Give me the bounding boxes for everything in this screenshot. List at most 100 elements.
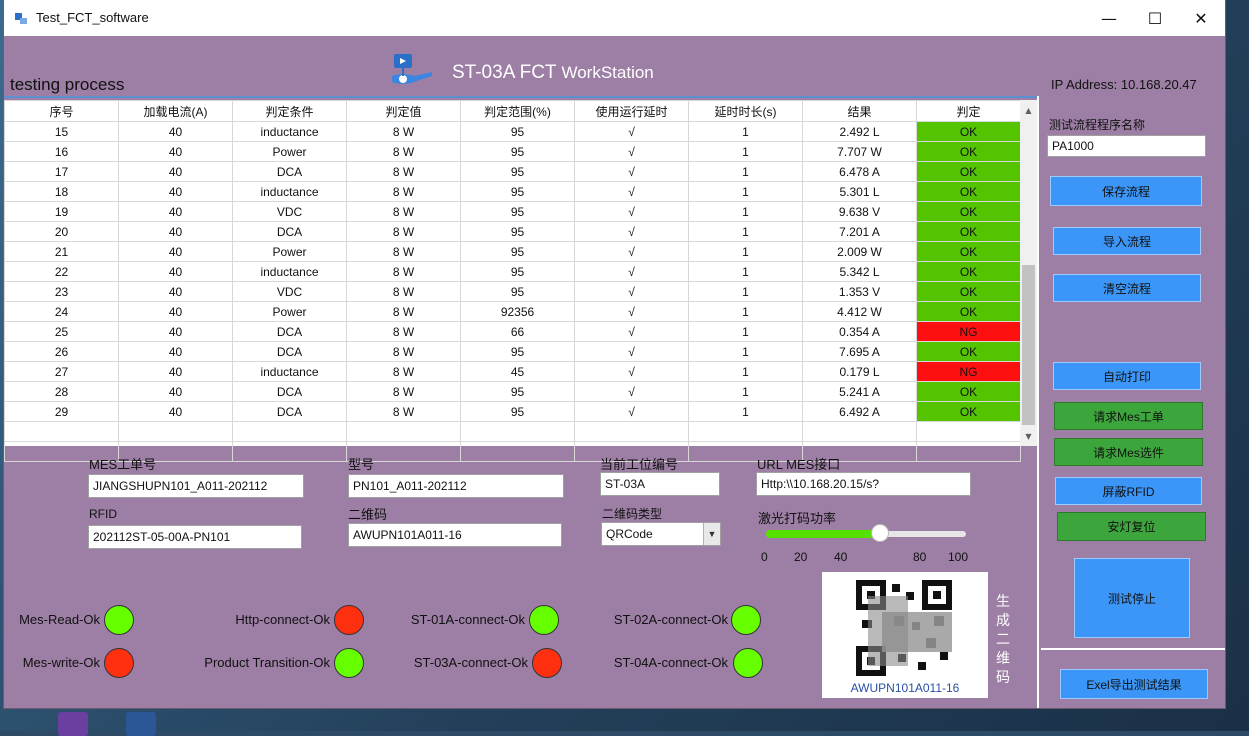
table-cell[interactable]: 6.492 A [802,401,917,422]
column-header[interactable]: 延时时长(s) [688,100,803,122]
column-header[interactable]: 判定条件 [232,100,347,122]
table-cell[interactable]: 9.638 V [802,201,917,222]
table-cell[interactable]: 8 W [346,261,461,282]
table-cell[interactable]: 21 [4,241,119,262]
table-cell[interactable]: 7.695 A [802,341,917,362]
judgement-cell[interactable]: NG [916,321,1021,342]
table-cell[interactable]: 1 [688,181,803,202]
word-document-icon[interactable] [126,712,156,736]
table-cell[interactable]: 2.492 L [802,121,917,142]
table-cell[interactable]: 20 [4,221,119,242]
table-cell[interactable]: √ [574,221,689,242]
table-cell[interactable] [688,421,803,442]
table-cell[interactable]: 0.179 L [802,361,917,382]
table-cell[interactable]: 40 [118,381,233,402]
table-cell[interactable]: 1 [688,141,803,162]
table-cell[interactable]: 4.412 W [802,301,917,322]
request-mes-option-button[interactable]: 请求Mes选件 [1054,438,1203,466]
judgement-cell[interactable]: OK [916,381,1021,402]
table-cell[interactable]: 40 [118,161,233,182]
table-cell[interactable]: 1 [688,221,803,242]
table-cell[interactable]: 95 [460,261,575,282]
table-cell[interactable]: 40 [118,341,233,362]
column-header[interactable]: 加载电流(A) [118,100,233,122]
scroll-thumb[interactable] [1022,265,1035,425]
table-cell[interactable]: 40 [118,121,233,142]
judgement-cell[interactable]: OK [916,401,1021,422]
table-cell[interactable]: 95 [460,121,575,142]
auto-print-button[interactable]: 自动打印 [1053,362,1201,390]
table-cell[interactable]: 7.707 W [802,141,917,162]
minimize-button[interactable]: — [1086,0,1132,36]
table-cell[interactable]: 1 [688,321,803,342]
table-cell[interactable]: 1 [688,281,803,302]
table-cell[interactable]: DCA [232,321,347,342]
table-cell[interactable]: √ [574,361,689,382]
rfid-input[interactable]: 202112ST-05-00A-PN101 [88,525,302,549]
table-cell[interactable]: 95 [460,241,575,262]
table-cell[interactable]: 8 W [346,161,461,182]
table-cell[interactable] [4,421,119,442]
generate-qr-label[interactable]: 生成二维码 [994,592,1012,687]
table-cell[interactable]: inductance [232,121,347,142]
table-cell[interactable]: 40 [118,241,233,262]
table-cell[interactable]: 17 [4,161,119,182]
table-row[interactable]: 28 40 DCA 8 W 95 √ 1 5.241 A OK [4,381,1021,402]
table-cell[interactable]: inductance [232,261,347,282]
table-cell[interactable]: 95 [460,341,575,362]
close-button[interactable]: ✕ [1178,0,1224,36]
table-cell[interactable]: VDC [232,201,347,222]
table-cell[interactable]: 40 [118,261,233,282]
table-cell[interactable]: 22 [4,261,119,282]
table-cell[interactable]: 8 W [346,381,461,402]
table-cell[interactable]: 5.342 L [802,261,917,282]
table-cell[interactable] [460,441,575,462]
table-row[interactable]: 17 40 DCA 8 W 95 √ 1 6.478 A OK [4,161,1021,182]
clear-flow-button[interactable]: 清空流程 [1053,274,1201,302]
table-cell[interactable]: 8 W [346,401,461,422]
table-cell[interactable]: 40 [118,401,233,422]
table-cell[interactable]: 1 [688,261,803,282]
table-cell[interactable] [232,421,347,442]
table-row[interactable]: 15 40 inductance 8 W 95 √ 1 2.492 L OK [4,121,1021,142]
table-cell[interactable]: 95 [460,141,575,162]
table-cell[interactable]: √ [574,161,689,182]
table-cell[interactable]: 6.478 A [802,161,917,182]
table-cell[interactable]: 18 [4,181,119,202]
table-row[interactable]: 24 40 Power 8 W 92356 √ 1 4.412 W OK [4,301,1021,322]
table-cell[interactable]: 40 [118,181,233,202]
qrcode-type-select[interactable]: QRCode ▼ [601,522,721,546]
table-cell[interactable]: √ [574,381,689,402]
column-header[interactable]: 使用运行延时 [574,100,689,122]
table-cell[interactable]: 66 [460,321,575,342]
judgement-cell[interactable]: OK [916,161,1021,182]
table-cell[interactable]: √ [574,181,689,202]
table-cell[interactable]: 26 [4,341,119,362]
table-cell[interactable]: 8 W [346,201,461,222]
table-cell[interactable]: 40 [118,361,233,382]
table-cell[interactable]: √ [574,201,689,222]
table-cell[interactable]: Power [232,301,347,322]
scroll-up-arrow-icon[interactable]: ▲ [1020,102,1037,118]
judgement-cell[interactable]: OK [916,141,1021,162]
maximize-button[interactable]: ☐ [1132,0,1178,36]
table-cell[interactable]: 1 [688,301,803,322]
table-cell[interactable]: 95 [460,281,575,302]
table-cell[interactable]: 40 [118,141,233,162]
table-cell[interactable]: 8 W [346,301,461,322]
table-cell[interactable]: 40 [118,201,233,222]
table-row[interactable]: 23 40 VDC 8 W 95 √ 1 1.353 V OK [4,281,1021,302]
judgement-cell[interactable]: OK [916,301,1021,322]
table-cell[interactable]: inductance [232,361,347,382]
block-rfid-button[interactable]: 屏蔽RFID [1055,477,1202,505]
table-cell[interactable]: 27 [4,361,119,382]
request-mes-order-button[interactable]: 请求Mes工单 [1054,402,1203,430]
table-cell[interactable] [916,441,1021,462]
table-cell[interactable]: 0.354 A [802,321,917,342]
table-cell[interactable]: 95 [460,161,575,182]
table-row[interactable]: 27 40 inductance 8 W 45 √ 1 0.179 L NG [4,361,1021,382]
table-cell[interactable]: 40 [118,301,233,322]
table-cell[interactable]: 95 [460,381,575,402]
table-cell[interactable]: 95 [460,221,575,242]
column-header[interactable]: 序号 [4,100,119,122]
